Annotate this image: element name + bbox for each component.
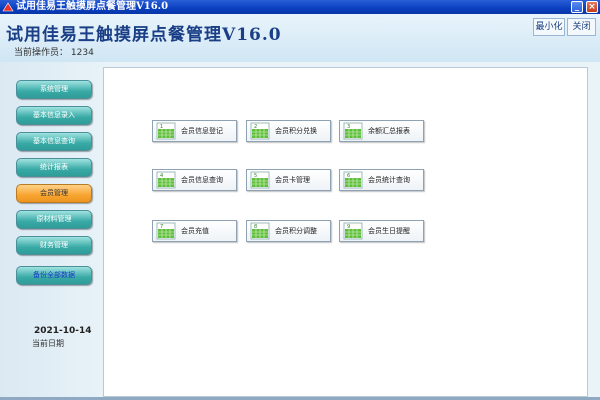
tile-card-manage[interactable]: 5 会员卡管理 — [246, 169, 331, 191]
ledger-icon: 1 — [156, 122, 176, 140]
minimize-button[interactable]: 最小化 — [533, 18, 565, 36]
sidebar-item-materials[interactable]: 原材料管理 — [16, 210, 92, 229]
sidebar-item-system[interactable]: 系统管理 — [16, 80, 92, 99]
tile-points-redeem[interactable]: 2 会员积分兑换 — [246, 120, 331, 142]
operator-id: 1234 — [70, 48, 94, 58]
tile-number: 2 — [254, 124, 257, 130]
tile-label: 会员信息查询 — [181, 176, 223, 184]
tile-label: 会员充值 — [181, 227, 209, 235]
sidebar-item-finance[interactable]: 财务管理 — [16, 236, 92, 255]
sidebar: 系统管理 基本信息录入 基本信息查询 统计报表 会员管理 原材料管理 财务管理 … — [0, 62, 104, 400]
tile-label: 会员积分调整 — [275, 227, 317, 235]
tile-number: 7 — [160, 224, 163, 230]
tile-label: 会员统计查询 — [368, 176, 410, 184]
tile-label: 会员信息登记 — [181, 127, 223, 135]
tile-recharge[interactable]: 7 会员充值 — [152, 220, 237, 242]
ledger-icon: 5 — [250, 171, 270, 189]
close-window-icon[interactable]: × — [586, 1, 598, 13]
ledger-icon: 9 — [343, 222, 363, 240]
app-header: 试用佳易王触摸屏点餐管理V16.0 当前操作员： 1234 最小化 关闭 — [0, 14, 600, 62]
tile-points-adjust[interactable]: 8 会员积分调整 — [246, 220, 331, 242]
sidebar-item-basic-entry[interactable]: 基本信息录入 — [16, 106, 92, 125]
tile-number: 8 — [254, 224, 257, 230]
ledger-icon: 2 — [250, 122, 270, 140]
window-title: 试用佳易王触摸屏点餐管理V16.0 — [16, 1, 169, 12]
tile-birthday-reminder[interactable]: 9 会员生日提醒 — [339, 220, 424, 242]
tile-label: 会员卡管理 — [275, 176, 310, 184]
current-date: 2021-10-14 — [34, 326, 92, 336]
app-icon — [2, 2, 14, 12]
tile-number: 5 — [254, 173, 257, 179]
main-panel: 1 会员信息登记 2 会员积分兑换 3 余额汇总报表 4 会员信息查询 5 会员… — [103, 67, 588, 397]
operator-info: 当前操作员： 1234 — [14, 45, 94, 58]
ledger-icon: 4 — [156, 171, 176, 189]
minimize-window-icon[interactable]: _ — [571, 1, 583, 13]
ledger-icon: 3 — [343, 122, 363, 140]
ledger-icon: 6 — [343, 171, 363, 189]
sidebar-item-backup[interactable]: 备份全部数据 — [16, 266, 92, 285]
tile-number: 1 — [160, 124, 163, 130]
current-date-label: 当前日期 — [32, 339, 64, 348]
tile-label: 会员生日提醒 — [368, 227, 410, 235]
tile-member-stats[interactable]: 6 会员统计查询 — [339, 169, 424, 191]
sidebar-item-reports[interactable]: 统计报表 — [16, 158, 92, 177]
sidebar-item-members[interactable]: 会员管理 — [16, 184, 92, 203]
ledger-icon: 7 — [156, 222, 176, 240]
window-titlebar: 试用佳易王触摸屏点餐管理V16.0 _ × — [0, 0, 600, 14]
tile-label: 会员积分兑换 — [275, 127, 317, 135]
sidebar-item-basic-query[interactable]: 基本信息查询 — [16, 132, 92, 151]
tile-member-query[interactable]: 4 会员信息查询 — [152, 169, 237, 191]
tile-number: 3 — [347, 124, 350, 130]
close-button[interactable]: 关闭 — [567, 18, 596, 36]
app-title: 试用佳易王触摸屏点餐管理V16.0 — [6, 25, 282, 45]
tile-label: 余额汇总报表 — [368, 127, 410, 135]
tile-number: 6 — [347, 173, 350, 179]
ledger-icon: 8 — [250, 222, 270, 240]
tile-member-register[interactable]: 1 会员信息登记 — [152, 120, 237, 142]
operator-label: 当前操作员： — [14, 48, 69, 58]
tile-number: 4 — [160, 173, 163, 179]
tile-balance-report[interactable]: 3 余额汇总报表 — [339, 120, 424, 142]
tile-number: 9 — [347, 224, 350, 230]
